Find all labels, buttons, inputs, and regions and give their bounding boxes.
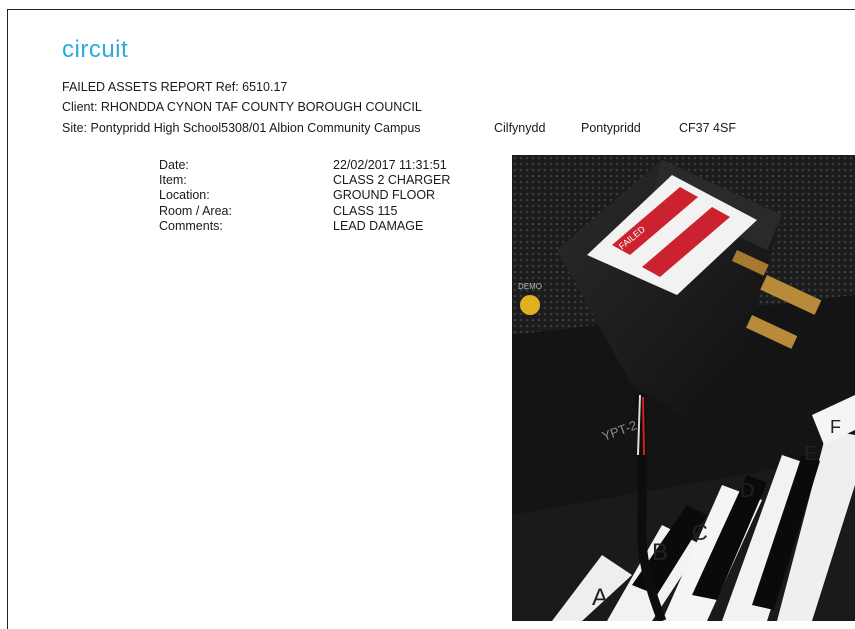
room-value: CLASS 115	[333, 203, 398, 218]
detail-labels: Date: Item: Location: Room / Area: Comme…	[159, 158, 232, 234]
site-town: Pontypridd	[581, 121, 641, 135]
detail-values: 22/02/2017 11:31:51 CLASS 2 CHARGER GROU…	[333, 158, 450, 234]
report-title: FAILED ASSETS REPORT Ref: 6510.17	[62, 80, 288, 94]
demo-text: DEMO	[518, 282, 542, 291]
item-value: CLASS 2 CHARGER	[333, 173, 451, 188]
key-letter-c: C	[692, 520, 708, 545]
site-name: Site: Pontypridd High School5308/01 Albi…	[62, 121, 421, 135]
date-label: Date:	[159, 158, 189, 172]
key-letter-f: F	[830, 417, 841, 437]
location-value: GROUND FLOOR	[333, 188, 436, 203]
room-label: Room / Area:	[159, 203, 232, 218]
client-line: Client: RHONDDA CYNON TAF COUNTY BOROUGH…	[62, 100, 422, 114]
demo-button	[520, 295, 540, 315]
company-logo: circuit	[62, 36, 129, 63]
location-label: Location:	[159, 188, 210, 203]
date-value: 22/02/2017 11:31:51	[333, 158, 447, 172]
comments-value: LEAD DAMAGE	[333, 218, 424, 233]
site-postcode: CF37 4SF	[679, 121, 736, 135]
site-locality: Cilfynydd	[494, 121, 546, 135]
item-label: Item:	[159, 173, 187, 188]
comments-label: Comments:	[159, 218, 223, 233]
key-letter-a: A	[592, 584, 608, 611]
key-letter-b: B	[652, 539, 668, 566]
key-letter-e: E	[804, 443, 817, 465]
key-letter-d: D	[740, 480, 754, 502]
asset-photo: YPT-2 DEMO A B C D E F FAILED	[512, 155, 855, 621]
